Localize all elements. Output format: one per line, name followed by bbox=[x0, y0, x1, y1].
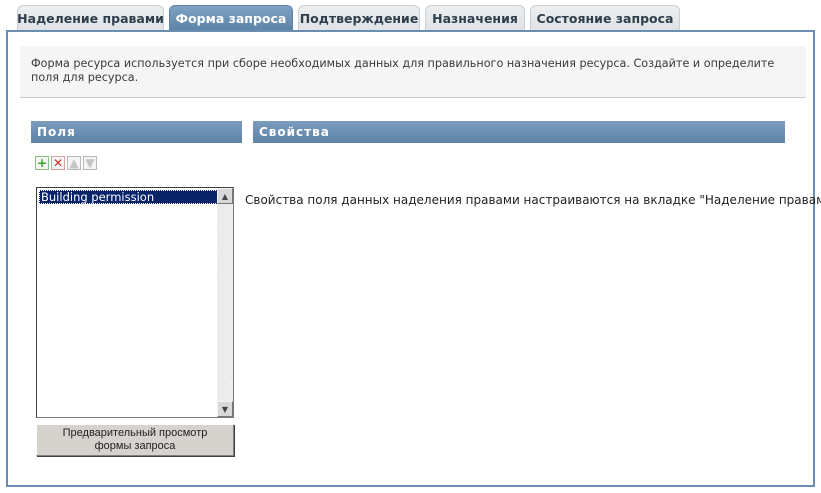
scroll-down-icon[interactable]: ▼ bbox=[217, 401, 233, 417]
list-scrollbar[interactable]: ▲ ▼ bbox=[217, 188, 233, 417]
tab-approval[interactable]: Подтверждение bbox=[298, 5, 420, 30]
tab-assignments[interactable]: Назначения bbox=[425, 5, 525, 30]
properties-header: Свойства bbox=[253, 121, 785, 143]
tab-bar: Наделение правами Форма запроса Подтверж… bbox=[17, 5, 680, 30]
tab-request-form[interactable]: Форма запроса bbox=[169, 5, 293, 30]
move-up-icon[interactable]: ▲ bbox=[67, 156, 81, 170]
fields-header: Поля bbox=[31, 121, 242, 143]
fields-toolbar: + ✕ ▲ ▼ bbox=[35, 156, 97, 170]
add-icon[interactable]: + bbox=[35, 156, 49, 170]
tab-entitlement[interactable]: Наделение правами bbox=[17, 5, 164, 30]
info-description: Форма ресурса используется при сборе нео… bbox=[20, 46, 806, 98]
delete-icon[interactable]: ✕ bbox=[51, 156, 65, 170]
preview-button-label-line1: Предварительный просмотр bbox=[62, 427, 208, 439]
properties-message: Свойства поля данных наделения правами н… bbox=[245, 193, 821, 207]
request-form-panel: Форма ресурса используется при сборе нео… bbox=[6, 30, 821, 487]
tab-request-status[interactable]: Состояние запроса bbox=[530, 5, 680, 30]
scroll-up-icon[interactable]: ▲ bbox=[217, 188, 233, 204]
preview-button-label-line2: формы запроса bbox=[94, 440, 176, 452]
fields-list[interactable]: Building permission ▲ ▼ bbox=[36, 187, 234, 418]
move-down-icon[interactable]: ▼ bbox=[83, 156, 97, 170]
preview-form-button[interactable]: Предварительный просмотр формы запроса bbox=[36, 424, 234, 456]
list-item[interactable]: Building permission bbox=[39, 190, 218, 204]
